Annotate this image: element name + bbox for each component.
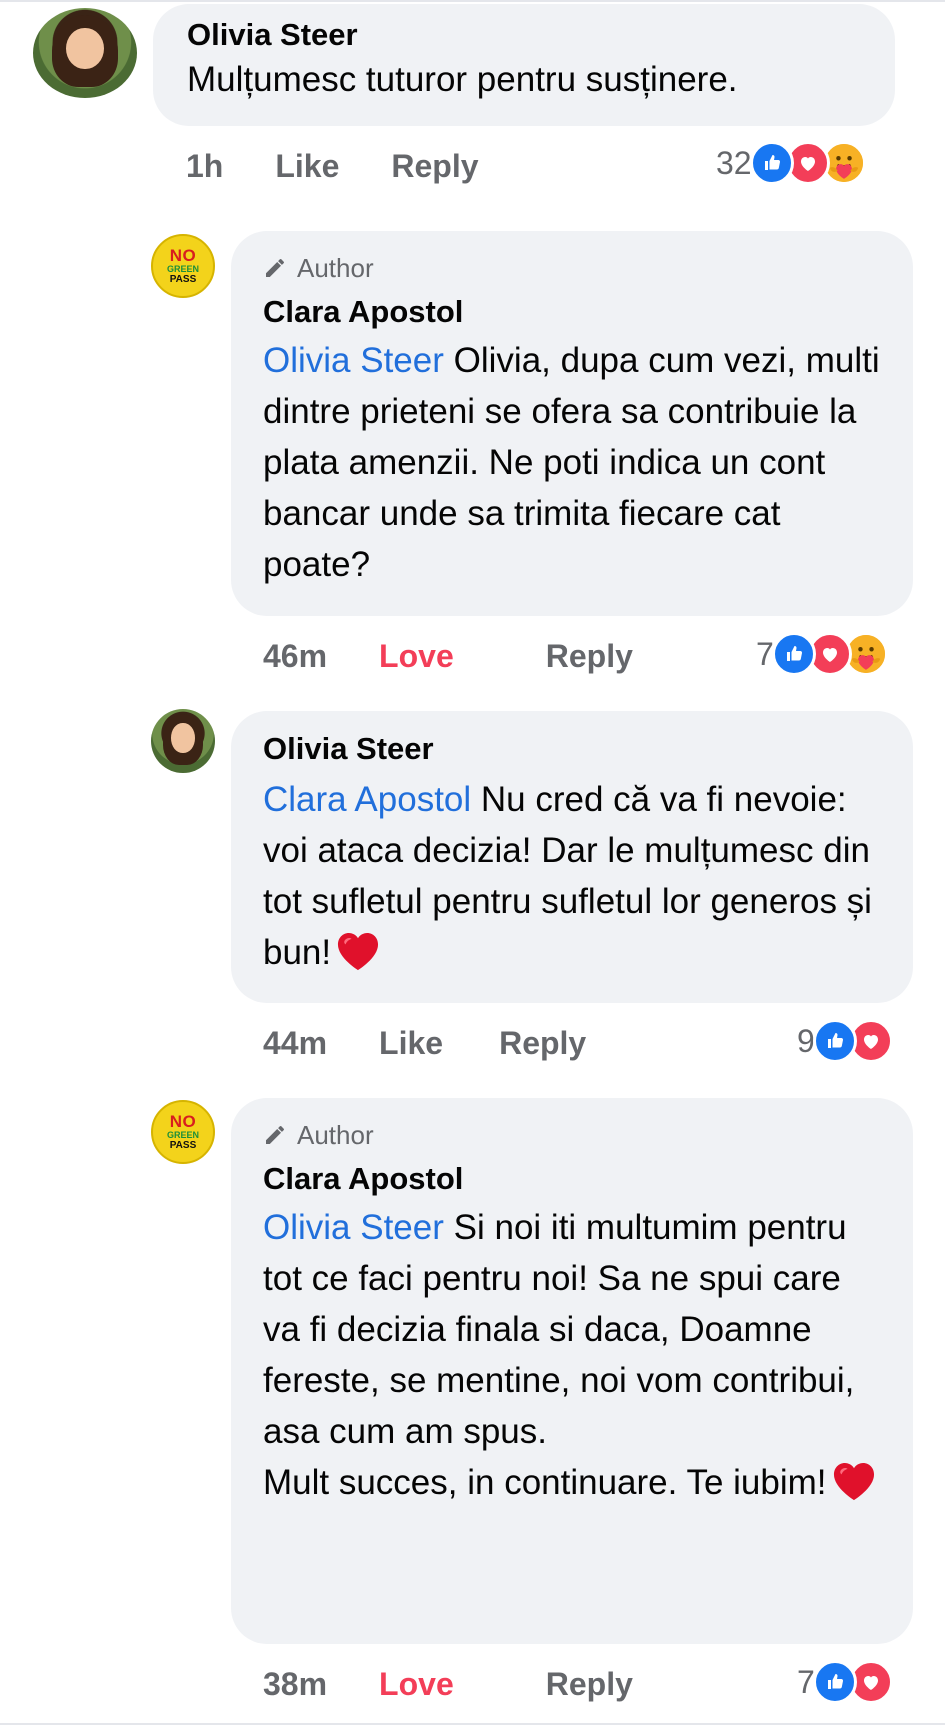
reply-button[interactable]: Reply	[546, 638, 633, 675]
avatar[interactable]: NO GREEN PASS	[151, 1100, 215, 1164]
comment-actions: 46m Love Reply	[263, 636, 633, 676]
red-heart-emoji	[335, 930, 381, 972]
comment-actions: 44m Like Reply	[263, 1023, 586, 1063]
like-icon	[749, 141, 794, 185]
reply-button[interactable]: Reply	[546, 1666, 633, 1703]
pencil-icon	[263, 1123, 287, 1147]
reply-button[interactable]: Reply	[391, 148, 478, 185]
comment-text: Olivia Steer Olivia, dupa cum vezi, mult…	[263, 341, 880, 584]
comment-time[interactable]: 46m	[263, 638, 327, 675]
reaction-summary[interactable]: 9	[797, 1019, 893, 1063]
comment-author[interactable]: Clara Apostol	[263, 293, 881, 331]
love-button[interactable]: Love	[379, 638, 454, 675]
reaction-count: 32	[716, 144, 752, 181]
avatar[interactable]	[151, 709, 215, 773]
comment-author[interactable]: Clara Apostol	[263, 1160, 881, 1198]
mention-link[interactable]: Clara Apostol	[263, 780, 471, 819]
comment-time[interactable]: 1h	[186, 148, 223, 185]
bottom-divider	[0, 1723, 945, 1725]
author-badge: Author	[263, 1120, 881, 1150]
comment-bubble: Author Clara Apostol Olivia Steer Si noi…	[231, 1098, 913, 1644]
comment-author[interactable]: Olivia Steer	[187, 16, 861, 54]
comment-actions: 38m Love Reply	[263, 1664, 633, 1704]
like-icon	[771, 632, 816, 676]
comment-bubble: Author Clara Apostol Olivia Steer Olivia…	[231, 231, 913, 616]
comment-text: Olivia Steer Si noi iti multumim pentru …	[263, 1208, 855, 1451]
top-divider	[0, 0, 945, 2]
love-button[interactable]: Love	[379, 1666, 454, 1703]
comment-actions: 1h Like Reply	[186, 146, 479, 186]
comment-bubble: Olivia Steer Mulțumesc tuturor pentru su…	[153, 4, 895, 126]
author-badge: Author	[263, 253, 881, 283]
avatar[interactable]	[33, 8, 137, 98]
reaction-summary[interactable]: 7	[756, 632, 888, 676]
like-icon	[812, 1019, 857, 1063]
comment-text-line: Mult succes, in continuare. Te iubim!	[263, 1457, 881, 1508]
avatar[interactable]: NO GREEN PASS	[151, 234, 215, 298]
mention-link[interactable]: Olivia Steer	[263, 1208, 444, 1247]
comment-text: Mulțumesc tuturor pentru susținere.	[187, 60, 738, 99]
reaction-summary[interactable]: 7	[797, 1660, 893, 1704]
like-icon	[812, 1660, 857, 1704]
comment-time[interactable]: 38m	[263, 1666, 327, 1703]
comment-author[interactable]: Olivia Steer	[263, 730, 881, 768]
reaction-summary[interactable]: 32	[716, 141, 866, 185]
comment-text: Clara Apostol Nu cred că va fi nevoie: v…	[263, 780, 872, 972]
comment-time[interactable]: 44m	[263, 1025, 327, 1062]
pencil-icon	[263, 256, 287, 280]
reply-button[interactable]: Reply	[499, 1025, 586, 1062]
comment-bubble: Olivia Steer Clara Apostol Nu cred că va…	[231, 711, 913, 1003]
like-button[interactable]: Like	[379, 1025, 443, 1062]
red-heart-emoji	[831, 1460, 877, 1502]
like-button[interactable]: Like	[275, 148, 339, 185]
mention-link[interactable]: Olivia Steer	[263, 341, 444, 380]
